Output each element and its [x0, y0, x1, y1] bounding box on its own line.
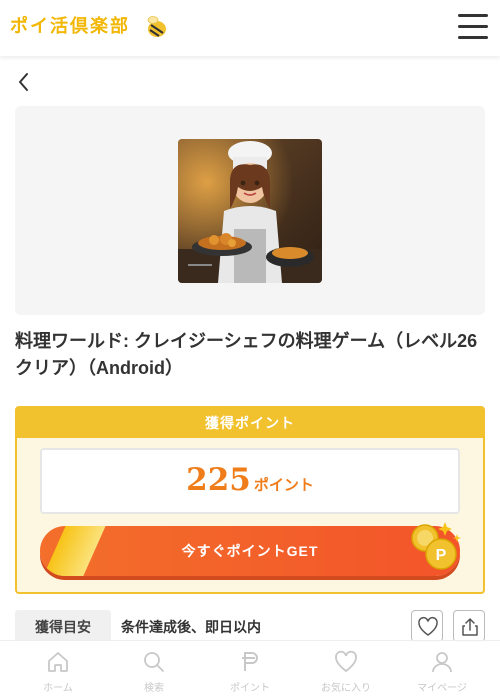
- acquisition-estimate-row: 獲得目安 条件達成後、即日以内: [15, 610, 485, 644]
- nav-points[interactable]: ポイント: [202, 641, 298, 700]
- bottom-nav: ホーム 検索 ポイント お気に入り マイページ: [0, 640, 500, 700]
- nav-search-label: 検索: [144, 683, 164, 694]
- nav-favorites[interactable]: お気に入り: [298, 641, 394, 700]
- get-points-label: 今すぐポイントGET: [181, 543, 319, 559]
- nav-favorites-label: お気に入り: [321, 683, 371, 694]
- points-amount-box: 225 ポイント: [40, 448, 460, 514]
- favorite-button[interactable]: [411, 610, 443, 642]
- get-points-button[interactable]: 今すぐポイントGET: [40, 526, 460, 576]
- nav-mypage-label: マイページ: [417, 683, 467, 694]
- points-unit: ポイント: [253, 477, 314, 494]
- points-amount: 225: [186, 462, 251, 498]
- offer-image-panel: [15, 106, 485, 315]
- acquisition-estimate-value: 条件達成後、即日以内: [121, 619, 261, 635]
- nav-mypage[interactable]: マイページ: [394, 641, 490, 700]
- points-header: 獲得ポイント: [17, 408, 483, 438]
- points-panel: 獲得ポイント 225 ポイント 今すぐポイントGET P: [15, 406, 485, 594]
- offer-app-image: [178, 139, 322, 283]
- acquisition-estimate-label: 獲得目安: [15, 610, 111, 644]
- bee-icon: [147, 16, 166, 37]
- offer-title: 料理ワールド: クレイジーシェフの料理ゲーム（レベル26クリア）（Android…: [15, 331, 478, 378]
- logo-text[interactable]: ポイ活倶楽部: [10, 15, 130, 39]
- user-icon: [432, 652, 452, 673]
- heart-icon: [418, 616, 438, 636]
- point-coins-icon: P: [411, 522, 461, 570]
- header: ポイ活倶楽部: [0, 0, 500, 56]
- nav-home-label: ホーム: [43, 683, 73, 694]
- heart-icon: [335, 650, 357, 673]
- search-icon: [144, 652, 164, 672]
- share-button[interactable]: [453, 610, 485, 642]
- hamburger-menu-icon[interactable]: [458, 14, 488, 40]
- svg-text:P: P: [436, 547, 447, 564]
- nav-home[interactable]: ホーム: [10, 641, 106, 700]
- chevron-left-icon[interactable]: [14, 70, 34, 94]
- share-icon: [462, 618, 478, 636]
- point-icon: [242, 652, 258, 671]
- nav-search[interactable]: 検索: [106, 641, 202, 700]
- nav-points-label: ポイント: [230, 683, 270, 694]
- home-icon: [48, 652, 68, 672]
